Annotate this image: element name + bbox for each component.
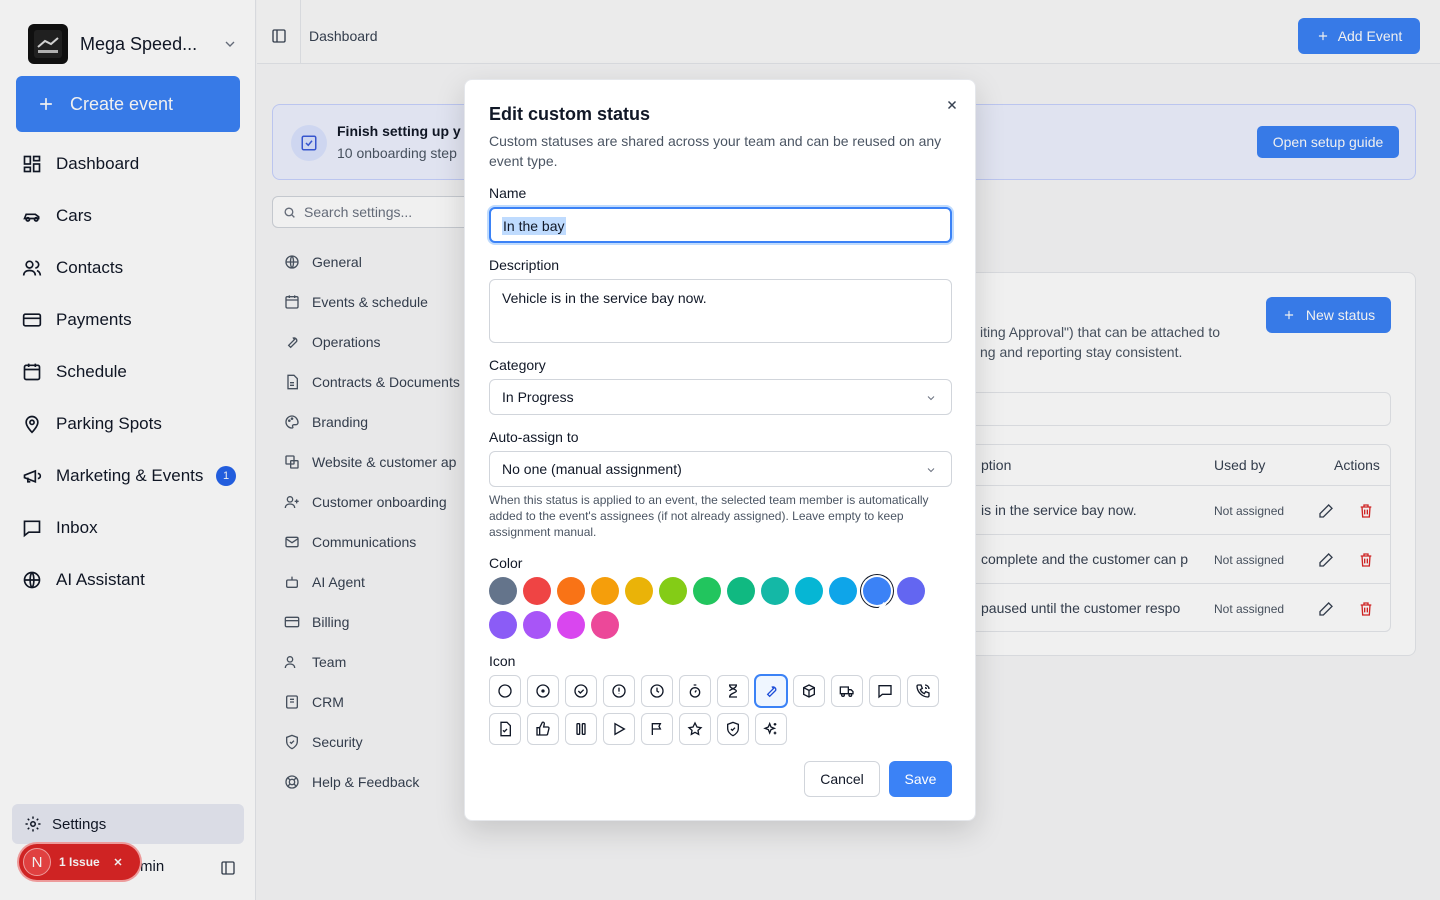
phone-call-icon [915, 683, 931, 699]
save-button[interactable]: Save [889, 761, 952, 797]
color-swatch[interactable] [489, 577, 517, 605]
sparkles-icon [763, 721, 779, 737]
icon-option-flag[interactable] [641, 713, 673, 745]
color-swatch[interactable] [829, 577, 857, 605]
icon-option-hourglass[interactable] [717, 675, 749, 707]
clock-icon [649, 683, 665, 699]
icon-option-package[interactable] [793, 675, 825, 707]
circle-check-icon [573, 683, 589, 699]
icon-option-clock[interactable] [641, 675, 673, 707]
color-swatch[interactable] [659, 577, 687, 605]
name-input-value: In the bay [502, 217, 566, 235]
color-swatch[interactable] [761, 577, 789, 605]
chevron-down-icon [925, 392, 937, 404]
color-swatch[interactable] [591, 611, 619, 639]
description-label: Description [489, 257, 560, 273]
icon-option-phone-call[interactable] [907, 675, 939, 707]
close-icon[interactable] [945, 98, 959, 112]
color-swatch[interactable] [625, 577, 653, 605]
chevron-down-icon [925, 464, 937, 476]
alert-circle-icon [611, 683, 627, 699]
auto-assign-label: Auto-assign to [489, 429, 579, 445]
icon-option-alert-circle[interactable] [603, 675, 635, 707]
description-textarea[interactable]: Vehicle is in the service bay now. [489, 279, 952, 343]
auto-assign-help: When this status is applied to an event,… [489, 493, 929, 539]
edit-status-dialog: Edit custom status Custom statuses are s… [464, 79, 976, 821]
color-swatch[interactable] [693, 577, 721, 605]
play-icon [611, 721, 627, 737]
icon-option-circle-check[interactable] [565, 675, 597, 707]
circle-icon [497, 683, 513, 699]
message-square-icon [877, 683, 893, 699]
color-swatch[interactable] [863, 577, 891, 618]
color-swatch[interactable] [489, 611, 517, 639]
color-swatch[interactable] [557, 611, 585, 639]
category-label: Category [489, 357, 546, 373]
color-swatch[interactable] [795, 577, 823, 605]
color-swatch[interactable] [591, 577, 619, 605]
icon-option-sparkles[interactable] [755, 713, 787, 745]
icon-option-timer[interactable] [679, 675, 711, 707]
category-select[interactable]: In Progress [489, 379, 952, 415]
truck-icon [839, 683, 855, 699]
flag-icon [649, 721, 665, 737]
auto-assign-value: No one (manual assignment) [502, 461, 682, 477]
icon-option-message[interactable] [869, 675, 901, 707]
check-icon [863, 595, 891, 623]
star-icon [687, 721, 703, 737]
icon-option-shield-check[interactable] [717, 713, 749, 745]
icon-option-play[interactable] [603, 713, 635, 745]
icon-option-star[interactable] [679, 713, 711, 745]
category-value: In Progress [502, 389, 574, 405]
name-label: Name [489, 185, 527, 201]
auto-assign-select[interactable]: No one (manual assignment) [489, 451, 952, 487]
color-label: Color [489, 555, 523, 571]
icon-option-wrench[interactable] [755, 675, 787, 707]
color-swatch[interactable] [897, 577, 925, 605]
icon-option-truck[interactable] [831, 675, 863, 707]
pause-icon [573, 721, 589, 737]
hourglass-icon [725, 683, 741, 699]
dialog-subtitle: Custom statuses are shared across your t… [489, 133, 942, 169]
icon-option-circle-dot[interactable] [527, 675, 559, 707]
wrench-icon [763, 683, 779, 699]
color-swatch[interactable] [727, 577, 755, 605]
color-swatch[interactable] [557, 577, 585, 605]
package-icon [801, 683, 817, 699]
icon-option-file-check[interactable] [489, 713, 521, 745]
icon-option-thumbs-up[interactable] [527, 713, 559, 745]
cancel-button[interactable]: Cancel [804, 761, 880, 797]
icon-option-pause[interactable] [565, 713, 597, 745]
dialog-title: Edit custom status [489, 104, 651, 124]
color-swatch[interactable] [523, 611, 551, 639]
circle-dot-icon [535, 683, 551, 699]
thumbs-up-icon [535, 721, 551, 737]
color-swatch[interactable] [523, 577, 551, 605]
timer-icon [687, 683, 703, 699]
icon-option-circle[interactable] [489, 675, 521, 707]
shield-check-icon [725, 721, 741, 737]
file-check-icon [497, 721, 513, 737]
icon-label: Icon [489, 653, 516, 669]
